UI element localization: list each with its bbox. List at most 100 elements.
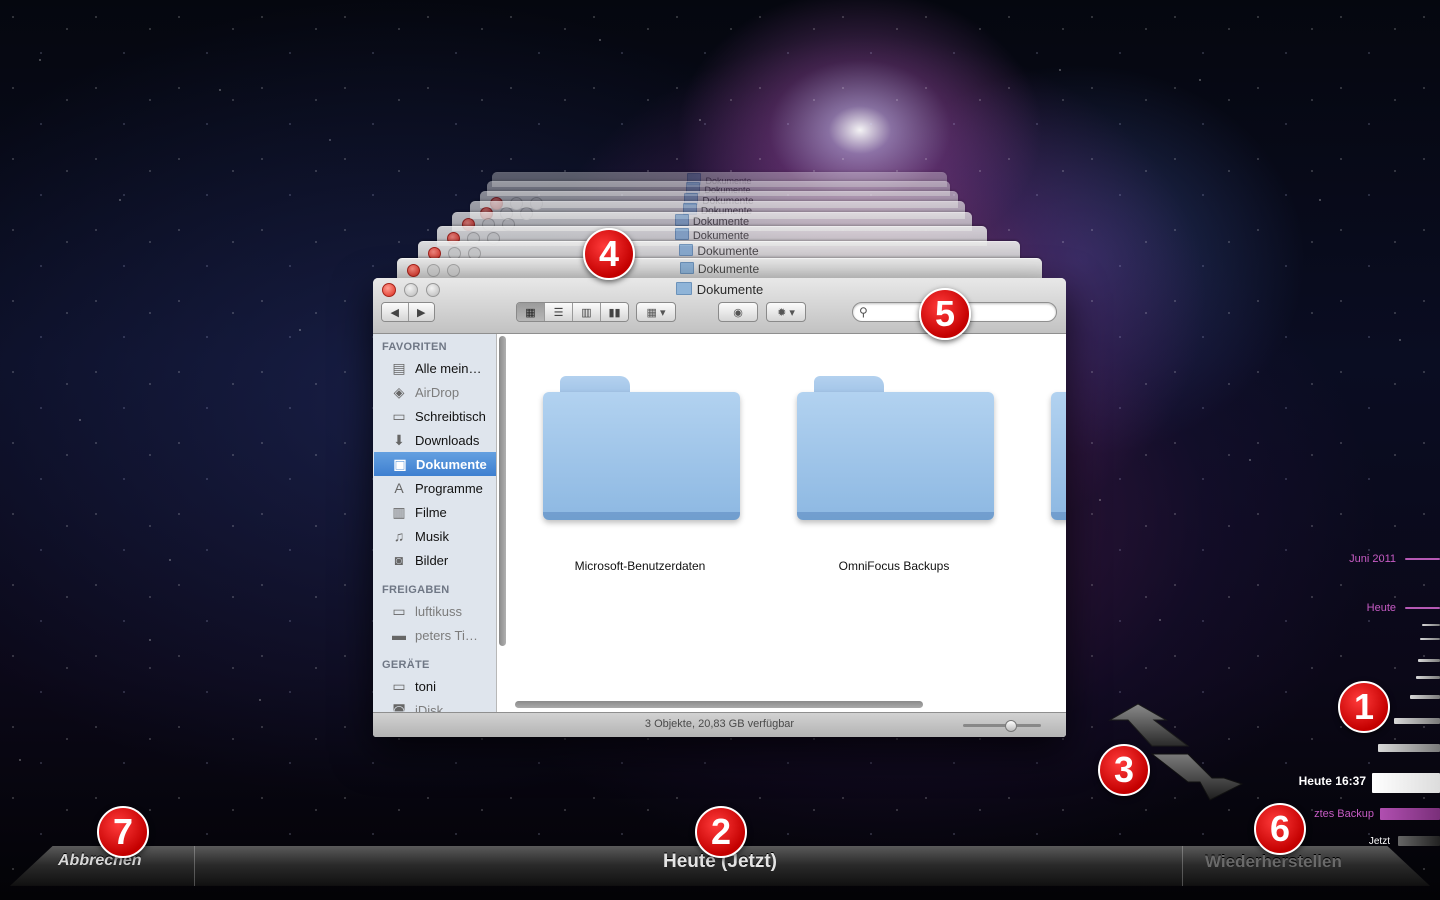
sidebar-item-all-my-files[interactable]: ▤ Alle mein… bbox=[373, 356, 496, 380]
list-view-button[interactable]: ☰ bbox=[545, 303, 573, 321]
computer-icon: ▭ bbox=[392, 602, 406, 619]
column-view-button[interactable]: ▥ bbox=[573, 303, 601, 321]
sidebar-item-desktop[interactable]: ▭ Schreibtisch bbox=[373, 404, 496, 428]
timeline-tick[interactable] bbox=[1394, 718, 1440, 724]
icon-view-icon: ▦ bbox=[525, 306, 536, 319]
disk-icon: ▬ bbox=[392, 627, 406, 643]
sidebar-item-movies[interactable]: ▥ Filme bbox=[373, 500, 496, 524]
folder-label[interactable]: Microsoft-Benutzerdaten bbox=[520, 559, 760, 573]
timeline-tick[interactable] bbox=[1418, 659, 1440, 662]
slider-knob[interactable] bbox=[1005, 720, 1017, 732]
callout-4: 4 bbox=[583, 228, 635, 280]
callout-7: 7 bbox=[97, 806, 149, 858]
sidebar: FAVORITEN ▤ Alle mein… ◈ AirDrop ▭ Schreibt… bbox=[373, 334, 497, 713]
status-bar: 3 Objekte, 20,83 GB verfügbar bbox=[373, 712, 1066, 737]
sidebar-item-label: Dokumente bbox=[416, 456, 487, 472]
callout-6: 6 bbox=[1254, 803, 1306, 855]
timeline-tick[interactable] bbox=[1378, 744, 1440, 752]
sidebar-item-downloads[interactable]: ⬇ Downloads bbox=[373, 428, 496, 452]
coverflow-view-button[interactable]: ▮▮ bbox=[601, 303, 628, 321]
timeline-tick[interactable] bbox=[1420, 638, 1440, 640]
documents-icon: ▤ bbox=[392, 359, 406, 376]
forward-arrow-icon: ▶ bbox=[417, 306, 426, 319]
sidebar-item-label: Filme bbox=[415, 504, 447, 520]
arrange-button[interactable]: ▦ ▾ bbox=[636, 302, 676, 322]
callout-3: 3 bbox=[1098, 744, 1150, 796]
view-mode-control: ▦ ☰ ▥ ▮▮ bbox=[516, 302, 629, 322]
status-text: 3 Objekte, 20,83 GB verfügbar bbox=[644, 718, 795, 730]
sidebar-item-applications[interactable]: A Programme bbox=[373, 476, 496, 500]
gear-icon: ✹ ▾ bbox=[777, 306, 795, 319]
folder-icon-body bbox=[797, 392, 994, 520]
folder-icon-body bbox=[543, 392, 740, 520]
folder-item-partial[interactable] bbox=[1048, 370, 1066, 530]
sidebar-item-label: Alle mein… bbox=[415, 360, 482, 376]
sidebar-item-label: Musik bbox=[415, 528, 449, 544]
sidebar-item-music[interactable]: ♫ Musik bbox=[373, 524, 496, 548]
sidebar-item-peters-time-capsule[interactable]: ▬ peters Ti… bbox=[373, 623, 496, 647]
airdrop-icon: ◈ bbox=[393, 383, 405, 400]
desktop-icon: ▭ bbox=[392, 407, 406, 424]
column-view-icon: ▥ bbox=[581, 306, 592, 319]
timeline-label-now-time[interactable]: Heute 16:37 bbox=[1270, 774, 1366, 788]
sidebar-item-label: Schreibtisch bbox=[415, 408, 486, 424]
timeline-tick[interactable] bbox=[1416, 676, 1440, 679]
content-scrollbar[interactable] bbox=[513, 701, 1063, 709]
folder-icon-body bbox=[1051, 392, 1066, 520]
icon-view-button[interactable]: ▦ bbox=[517, 303, 545, 321]
callout-1: 1 bbox=[1338, 681, 1390, 733]
sidebar-item-toni[interactable]: ▭ toni bbox=[373, 674, 496, 698]
camera-icon: ◙ bbox=[394, 552, 404, 568]
sidebar-scrollbar[interactable] bbox=[498, 336, 507, 652]
quicklook-button[interactable]: ◉ bbox=[718, 302, 758, 322]
coverflow-view-icon: ▮▮ bbox=[608, 306, 621, 319]
timeline-tick[interactable] bbox=[1410, 695, 1440, 699]
timeline-tick-backup[interactable] bbox=[1380, 808, 1440, 820]
forward-in-time-arrow[interactable] bbox=[1150, 752, 1248, 802]
sidebar-item-label: toni bbox=[415, 678, 436, 694]
sidebar-item-airdrop[interactable]: ◈ AirDrop bbox=[373, 380, 496, 404]
file-browser: Microsoft-Benutzerdaten OmniFocus Backup… bbox=[510, 334, 1066, 713]
music-icon: ♫ bbox=[393, 528, 405, 544]
callout-2: 2 bbox=[695, 806, 747, 858]
computer-icon: ▭ bbox=[392, 677, 406, 694]
search-icon: ⚲ bbox=[859, 305, 868, 319]
sidebar-item-label: Bilder bbox=[415, 552, 449, 568]
sidebar-item-luftikuss[interactable]: ▭ luftikuss bbox=[373, 599, 496, 623]
sidebar-item-documents[interactable]: ▣ Dokumente bbox=[374, 452, 496, 476]
timeline-tick[interactable] bbox=[1422, 624, 1440, 626]
sidebar-item-idisk[interactable]: ◚ iDisk bbox=[373, 698, 496, 714]
timeline-label-june[interactable]: Juni 2011 bbox=[1318, 553, 1396, 565]
timeline-label-today[interactable]: Heute bbox=[1318, 602, 1396, 614]
arrange-grid-icon: ▦ ▾ bbox=[646, 306, 666, 319]
sidebar-header-shared: FREIGABEN bbox=[382, 584, 450, 596]
action-button[interactable]: ✹ ▾ bbox=[766, 302, 806, 322]
folder-label[interactable]: OmniFocus Backups bbox=[774, 559, 1014, 573]
sidebar-item-pictures[interactable]: ◙ Bilder bbox=[373, 548, 496, 572]
icon-size-slider[interactable] bbox=[963, 720, 1041, 732]
back-forward-control: ◀ ▶ bbox=[381, 302, 435, 322]
sidebar-item-label: luftikuss bbox=[415, 603, 462, 619]
sidebar-item-label: AirDrop bbox=[415, 384, 460, 400]
window-title-text: Dokumente bbox=[696, 282, 764, 297]
folder-item[interactable] bbox=[540, 370, 740, 530]
timeline-label-now[interactable]: Jetzt bbox=[1330, 836, 1390, 847]
timeline-tick[interactable] bbox=[1405, 558, 1440, 560]
folder-icon bbox=[675, 282, 692, 295]
sidebar-header-favorites: FAVORITEN bbox=[382, 341, 447, 353]
callout-5: 5 bbox=[919, 288, 971, 340]
folder-item[interactable] bbox=[794, 370, 994, 530]
timeline-tick[interactable] bbox=[1398, 836, 1440, 846]
restore-button[interactable]: Wiederherstellen bbox=[1205, 852, 1342, 872]
applications-icon: A bbox=[394, 480, 404, 496]
document-icon: ▣ bbox=[393, 455, 407, 472]
timeline-current-marker[interactable] bbox=[1372, 773, 1440, 793]
timeline-tick[interactable] bbox=[1405, 607, 1440, 609]
back-button[interactable]: ◀ bbox=[382, 303, 409, 321]
film-icon: ▥ bbox=[392, 503, 406, 520]
sidebar-item-label: Downloads bbox=[415, 432, 480, 448]
back-in-time-arrow[interactable] bbox=[1108, 702, 1193, 750]
finder-window: Dokumente ◀ ▶ ▦ ☰ ▥ ▮▮ ▦ ▾ ◉ ✹ ▾ ⚲ FAVOR… bbox=[373, 278, 1066, 737]
sidebar-item-label: Programme bbox=[415, 480, 483, 496]
forward-button[interactable]: ▶ bbox=[408, 303, 434, 321]
